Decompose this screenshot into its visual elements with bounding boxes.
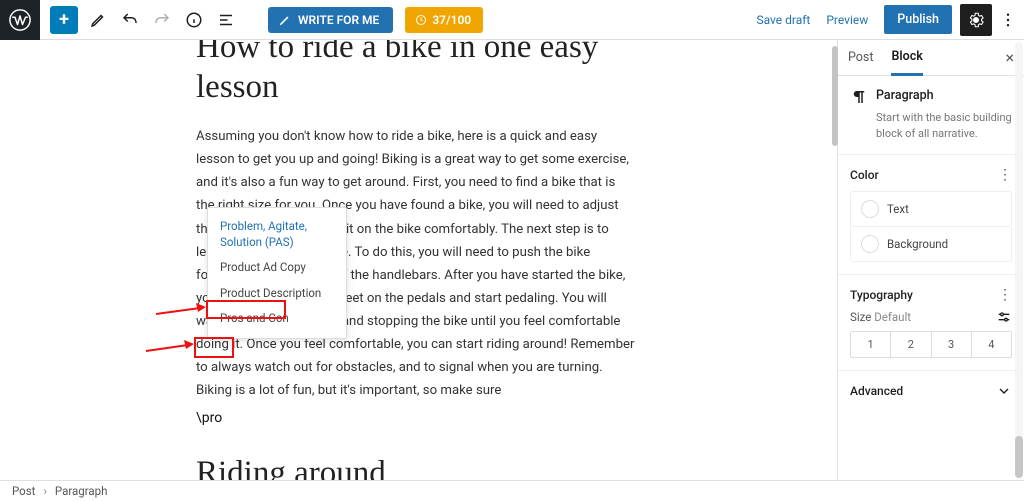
slash-command-text[interactable]: \pro bbox=[196, 410, 222, 426]
block-type-label: Paragraph bbox=[876, 88, 934, 103]
preview-link[interactable]: Preview bbox=[826, 13, 868, 27]
credits-label: 37/100 bbox=[432, 13, 471, 27]
redo-icon[interactable] bbox=[150, 4, 174, 36]
wordpress-logo[interactable] bbox=[0, 0, 40, 40]
advanced-label: Advanced bbox=[850, 384, 903, 398]
paragraph-icon bbox=[850, 88, 868, 106]
save-draft-link[interactable]: Save draft bbox=[756, 13, 810, 27]
color-options-icon[interactable]: ⋮ bbox=[998, 167, 1012, 183]
text-color-label: Text bbox=[887, 202, 909, 216]
background-color-swatch bbox=[861, 235, 879, 253]
info-icon[interactable] bbox=[182, 4, 206, 36]
autocomplete-popup: Problem, Agitate, Solution (PAS) Product… bbox=[207, 207, 347, 339]
breadcrumb-root[interactable]: Post bbox=[12, 484, 35, 498]
add-block-button[interactable]: + bbox=[50, 6, 78, 34]
post-title[interactable]: How to ride a bike in one easy lesson bbox=[196, 40, 636, 107]
advanced-panel-toggle[interactable]: Advanced bbox=[838, 371, 1024, 411]
write-for-me-label: WRITE FOR ME bbox=[298, 13, 379, 27]
publish-button[interactable]: Publish bbox=[884, 5, 952, 34]
size-preset-2[interactable]: 2 bbox=[891, 332, 931, 357]
text-color-swatch bbox=[861, 200, 879, 218]
top-toolbar: + WRITE FOR ME 37/100 Save draft Preview… bbox=[0, 0, 1024, 40]
heading-block[interactable]: Riding around bbox=[196, 454, 636, 480]
write-for-me-button[interactable]: WRITE FOR ME bbox=[268, 7, 393, 33]
typography-panel: Typography ⋮ Size Default 1 2 3 4 bbox=[838, 275, 1024, 371]
sidebar-close-icon[interactable]: × bbox=[1005, 48, 1014, 67]
breadcrumb-leaf[interactable]: Paragraph bbox=[55, 484, 108, 498]
block-type-panel: Paragraph Start with the basic building … bbox=[838, 76, 1024, 155]
tab-post[interactable]: Post bbox=[848, 40, 873, 76]
editor-canvas[interactable]: How to ride a bike in one easy lesson As… bbox=[0, 40, 837, 480]
background-color-row[interactable]: Background bbox=[850, 227, 1012, 262]
annotation-arrow-2 bbox=[146, 336, 194, 358]
undo-icon[interactable] bbox=[118, 4, 142, 36]
chevron-down-icon bbox=[996, 383, 1012, 399]
autocomplete-item-pros-con[interactable]: Pros and Con bbox=[208, 306, 346, 332]
block-type-description: Start with the basic building block of a… bbox=[876, 110, 1012, 142]
text-color-row[interactable]: Text bbox=[850, 191, 1012, 227]
size-preset-3[interactable]: 3 bbox=[932, 332, 972, 357]
page-scrollbar[interactable] bbox=[1014, 40, 1024, 480]
size-preset-1[interactable]: 1 bbox=[851, 332, 891, 357]
outline-icon[interactable] bbox=[214, 4, 238, 36]
size-label: Size bbox=[850, 310, 871, 324]
autocomplete-item-description[interactable]: Product Description bbox=[208, 281, 346, 307]
breadcrumb-separator: › bbox=[43, 484, 46, 498]
breadcrumb: Post › Paragraph bbox=[0, 480, 1024, 501]
sidebar-tabs: Post Block × bbox=[838, 40, 1024, 76]
size-settings-icon[interactable] bbox=[996, 309, 1012, 325]
background-color-label: Background bbox=[887, 237, 948, 251]
settings-gear-button[interactable] bbox=[960, 4, 992, 36]
more-menu-button[interactable] bbox=[998, 4, 1018, 36]
credits-button[interactable]: 37/100 bbox=[405, 7, 483, 33]
autocomplete-item-pas[interactable]: Problem, Agitate, Solution (PAS) bbox=[208, 214, 346, 255]
typography-options-icon[interactable]: ⋮ bbox=[998, 287, 1012, 303]
settings-sidebar: Post Block × Paragraph Start with the ba… bbox=[837, 40, 1024, 480]
size-presets: 1 2 3 4 bbox=[850, 331, 1012, 358]
autocomplete-item-ad-copy[interactable]: Product Ad Copy bbox=[208, 255, 346, 281]
tab-block[interactable]: Block bbox=[891, 40, 922, 76]
color-title: Color bbox=[850, 168, 879, 182]
sidebar-scrollbar[interactable] bbox=[832, 46, 838, 146]
size-preset-4[interactable]: 4 bbox=[972, 332, 1011, 357]
typography-title: Typography bbox=[850, 288, 913, 302]
size-value: Default bbox=[874, 310, 911, 324]
edit-mode-icon[interactable] bbox=[86, 4, 110, 36]
color-panel: Color ⋮ Text Background bbox=[838, 155, 1024, 275]
